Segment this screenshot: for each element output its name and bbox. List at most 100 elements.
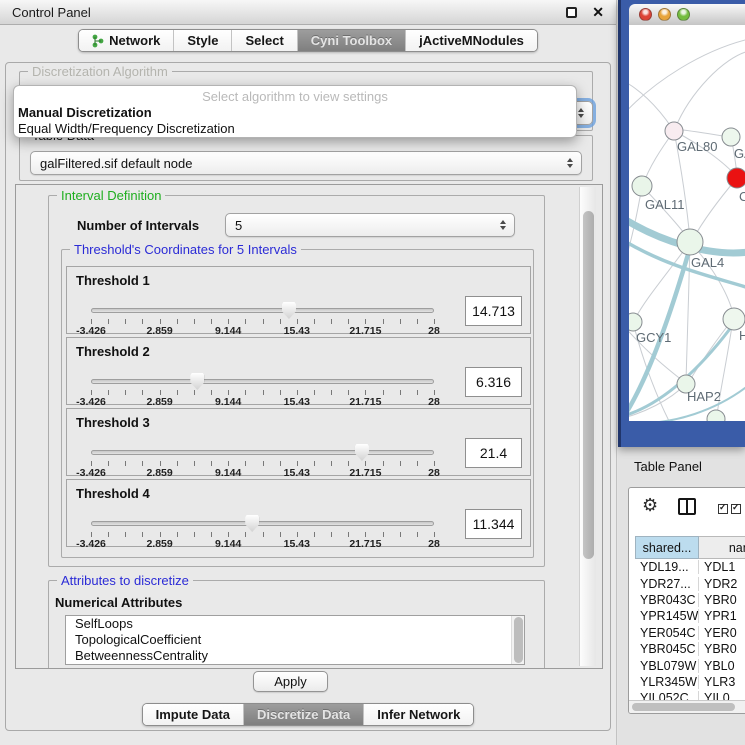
tick-mark xyxy=(331,532,332,537)
interval-definition-group-label: Interval Definition xyxy=(57,188,165,203)
network-node-ga[interactable] xyxy=(722,128,740,146)
apply-button[interactable]: Apply xyxy=(253,671,328,692)
threshold-value-field[interactable]: 11.344 xyxy=(465,509,522,539)
table-row[interactable]: YDL19...YDL1 xyxy=(635,559,745,575)
split-columns-icon[interactable] xyxy=(678,498,696,515)
tick-mark xyxy=(160,532,161,537)
tab-label: Select xyxy=(245,33,283,48)
table-data-combobox[interactable]: galFiltered.sif default node xyxy=(30,151,582,175)
settings-vertical-scrollbar[interactable] xyxy=(579,187,596,666)
threshold-label: Threshold 1 xyxy=(76,273,150,288)
table-row[interactable]: YBR043CYBR0 xyxy=(635,592,745,608)
tick-mark xyxy=(142,390,143,395)
threshold-value-field[interactable]: 21.4 xyxy=(465,438,522,468)
threshold-slider[interactable]: -3.4262.8599.14415.4321.71528 xyxy=(91,514,434,548)
table-row[interactable]: YDR27...YDR2 xyxy=(635,575,745,591)
network-edge[interactable] xyxy=(693,178,737,239)
network-node-gal80[interactable] xyxy=(665,122,683,140)
table-row[interactable]: YIL052CYIL0 xyxy=(635,690,745,700)
tab-cyni-toolbox[interactable]: Cyni Toolbox xyxy=(297,30,405,51)
table-row[interactable]: YER054CYER0 xyxy=(635,625,745,641)
close-icon[interactable]: ✕ xyxy=(592,5,604,19)
network-edge[interactable] xyxy=(674,51,745,131)
scrollbar-thumb[interactable] xyxy=(632,703,735,711)
network-window-titlebar[interactable] xyxy=(629,4,745,25)
network-node[interactable] xyxy=(707,410,725,421)
tab-network[interactable]: Network xyxy=(79,30,173,51)
column-header-shared-name[interactable]: shared... xyxy=(635,536,699,559)
threshold-slider[interactable]: -3.4262.8599.14415.4321.71528 xyxy=(91,443,434,477)
tick-mark xyxy=(280,532,281,537)
network-view-window[interactable]: GAL80GACGAL11GAL4GCY1HHAP2 xyxy=(618,0,745,447)
threshold-slider[interactable]: -3.4262.8599.14415.4321.71528 xyxy=(91,301,434,335)
table-horizontal-scrollbar[interactable] xyxy=(629,700,745,713)
tick-mark xyxy=(211,532,212,537)
list-scrollbar[interactable] xyxy=(511,616,524,664)
control-panel-titlebar: Control Panel ✕ xyxy=(0,0,616,25)
table-row[interactable]: YBL079WYBL0 xyxy=(635,657,745,673)
gear-icon[interactable]: ⚙ xyxy=(642,495,658,516)
tick-mark xyxy=(400,319,401,324)
network-canvas[interactable]: GAL80GACGAL11GAL4GCY1HHAP2 xyxy=(629,25,745,421)
slider-track[interactable] xyxy=(91,521,434,526)
tab-impute-data[interactable]: Impute Data xyxy=(143,704,243,725)
slider-track[interactable] xyxy=(91,450,434,455)
network-node-h[interactable] xyxy=(723,308,745,330)
network-node-label: GAL80 xyxy=(677,139,717,154)
tick-mark xyxy=(400,461,401,466)
tab-style[interactable]: Style xyxy=(173,30,231,51)
mac-close-button[interactable] xyxy=(639,8,652,21)
tick-mark xyxy=(263,532,264,537)
slider-track[interactable] xyxy=(91,379,434,384)
network-node-c[interactable] xyxy=(727,168,745,188)
float-window-icon[interactable] xyxy=(566,7,577,18)
network-edge[interactable] xyxy=(629,80,674,131)
list-item[interactable]: BetweennessCentrality xyxy=(66,648,524,664)
tick-mark xyxy=(263,390,264,395)
list-item[interactable]: TopologicalCoefficient xyxy=(66,632,524,648)
slider-thumb[interactable] xyxy=(190,373,204,390)
numerical-attributes-list: SelfLoopsTopologicalCoefficientBetweenne… xyxy=(65,615,525,665)
slider-thumb[interactable] xyxy=(355,444,369,461)
tick-mark xyxy=(91,319,92,324)
tick-mark xyxy=(211,319,212,324)
network-node-gal11[interactable] xyxy=(632,176,652,196)
tab-infer-network[interactable]: Infer Network xyxy=(363,704,473,725)
checkbox-icon[interactable] xyxy=(718,504,728,514)
threshold-value-field[interactable]: 14.713 xyxy=(465,296,522,326)
tick-mark xyxy=(108,390,109,395)
tick-mark xyxy=(348,461,349,466)
mac-zoom-button[interactable] xyxy=(677,8,690,21)
list-item[interactable]: SelfLoops xyxy=(66,616,524,632)
slider-thumb[interactable] xyxy=(282,302,296,319)
tick-mark xyxy=(228,319,229,324)
mac-minimize-button[interactable] xyxy=(658,8,671,21)
number-of-intervals-combobox[interactable]: 5 xyxy=(225,213,515,237)
scrollbar-thumb[interactable] xyxy=(583,211,594,559)
tab-select[interactable]: Select xyxy=(231,30,296,51)
table-row[interactable]: YPR145WYPR1 xyxy=(635,608,745,624)
threshold-panel: Threshold 1 -3.4262.8599.14415.4321.71528… xyxy=(66,266,531,334)
threshold-panel: Threshold 3 -3.4262.8599.14415.4321.71528… xyxy=(66,408,531,476)
network-node-gal4[interactable] xyxy=(677,229,703,255)
tick-mark xyxy=(194,461,195,466)
slider-track[interactable] xyxy=(91,308,434,313)
threshold-label: Threshold 4 xyxy=(76,486,150,501)
column-header-name[interactable]: name xyxy=(699,536,745,559)
threshold-value-field[interactable]: 6.316 xyxy=(465,367,522,397)
tab-discretize-data[interactable]: Discretize Data xyxy=(243,704,363,725)
checkbox-icon[interactable] xyxy=(731,504,741,514)
popup-option-equal-width-frequency[interactable]: Equal Width/Frequency Discretization xyxy=(14,121,576,137)
table-row[interactable]: YLR345WYLR3 xyxy=(635,674,745,690)
network-node-label: H xyxy=(739,328,745,343)
tick-label: 2.859 xyxy=(146,467,172,479)
slider-thumb[interactable] xyxy=(245,515,259,532)
table-row[interactable]: YBR045CYBR0 xyxy=(635,641,745,657)
threshold-label: Threshold 3 xyxy=(76,415,150,430)
tick-label: 9.144 xyxy=(215,396,241,408)
tab-jactivemnodules[interactable]: jActiveMNodules xyxy=(405,30,537,51)
threshold-slider[interactable]: -3.4262.8599.14415.4321.71528 xyxy=(91,372,434,406)
popup-option-manual-discretization[interactable]: Manual Discretization xyxy=(14,105,576,121)
tick-mark xyxy=(297,532,298,537)
network-node-gcy1[interactable] xyxy=(629,313,642,331)
